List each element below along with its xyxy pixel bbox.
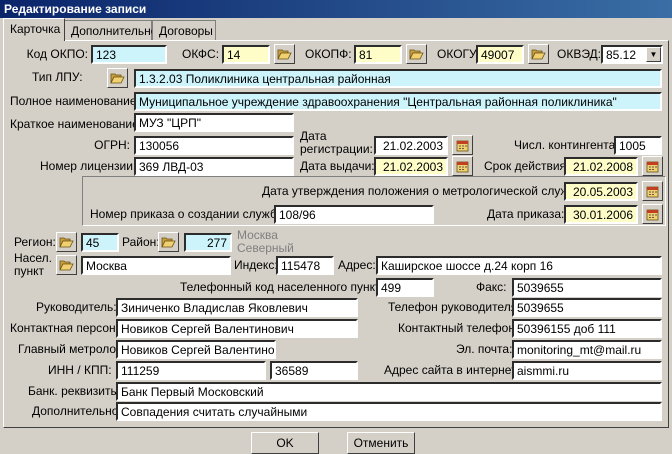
validity-calendar-button[interactable] — [642, 156, 663, 176]
region-field[interactable]: 45 — [81, 233, 119, 252]
phone-code-label: Телефонный код населенного пункта: — [180, 280, 391, 294]
head-phone-label: Телефон руководителя: — [388, 300, 521, 314]
lpu-label: Тип ЛПУ: — [32, 70, 83, 84]
address-field[interactable]: Каширское шоссе д.24 корп 16 — [376, 256, 662, 275]
email-label: Эл. почта: — [456, 342, 513, 356]
index-label: Индекс: — [234, 258, 278, 272]
settlement-field[interactable]: Москва — [81, 256, 231, 275]
fax-field[interactable]: 5039655 — [512, 278, 662, 297]
reg-date-field[interactable]: 21.02.2003 — [374, 136, 448, 155]
short-name-label: Краткое наименование: — [10, 117, 143, 131]
extra-label: Дополнительно: — [32, 404, 122, 418]
cancel-button[interactable]: Отменить — [347, 432, 415, 454]
ogrn-field[interactable]: 130056 — [134, 136, 294, 155]
website-field[interactable]: aismmi.ru — [512, 361, 662, 380]
inn-label: ИНН / КПП: — [48, 363, 112, 377]
full-name-label: Полное наименование: — [10, 94, 140, 108]
full-name-field[interactable]: Муниципальное учреждение здравоохранения… — [134, 92, 662, 111]
short-name-field[interactable]: МУЗ "ЦРП" — [134, 113, 294, 132]
region-folder-button[interactable] — [56, 232, 77, 252]
lpu-field[interactable]: 1.3.2.03 Поликлиника центральная районна… — [134, 69, 662, 88]
email-field[interactable]: monitoring_mt@mail.ru — [512, 340, 662, 359]
issue-date-calendar-button[interactable] — [452, 156, 473, 176]
okpo-label: Код ОКПО: — [26, 47, 88, 61]
bank-label: Банк. реквизиты: — [28, 384, 123, 398]
contact-phone-field[interactable]: 50396155 доб 111 — [512, 319, 662, 338]
okved-select[interactable]: 85.12 ▼ — [601, 45, 663, 64]
lpu-folder-button[interactable] — [107, 68, 128, 88]
okopf-label: ОКОПФ: — [305, 47, 352, 61]
address-label: Адрес: — [338, 258, 376, 272]
order-number-label: Номер приказа о создании службы: — [90, 207, 289, 221]
district-folder-button[interactable] — [158, 232, 179, 252]
settlement-folder-button[interactable] — [56, 255, 77, 275]
contingent-field[interactable]: 1005 — [614, 136, 662, 155]
order-number-field[interactable]: 108/96 — [274, 205, 434, 224]
ok-button[interactable]: OK — [251, 432, 319, 454]
head-phone-field[interactable]: 5039655 — [512, 298, 662, 317]
issue-date-field[interactable]: 21.02.2003 — [374, 157, 448, 176]
index-field[interactable]: 115478 — [276, 256, 334, 275]
settlement-label-2: пункт — [14, 264, 45, 278]
okfs-field[interactable]: 14 — [222, 45, 270, 64]
contact-field[interactable]: Новиков Сергей Валентинович — [116, 319, 358, 338]
calendar-icon — [456, 161, 469, 172]
calendar-icon — [646, 209, 659, 220]
district-field[interactable]: 277 — [184, 233, 232, 252]
open-folder-icon — [110, 73, 125, 83]
contingent-label: Числ. контингента: — [514, 138, 619, 152]
order-date-field[interactable]: 30.01.2006 — [564, 205, 638, 224]
head-field[interactable]: Зиниченко Владислав Яковлевич — [116, 298, 358, 317]
okfs-label: ОКФС: — [182, 47, 220, 61]
okved-label: ОКВЭД: — [557, 47, 602, 61]
open-folder-icon — [59, 260, 74, 270]
order-date-label: Дата приказа: — [487, 207, 565, 221]
fax-label: Факс: — [476, 280, 507, 294]
open-folder-icon — [277, 49, 292, 59]
license-label: Номер лицензии: — [40, 159, 137, 173]
open-folder-icon — [409, 49, 424, 59]
reg-date-label-2: регистрации: — [300, 142, 373, 156]
approval-date-field[interactable]: 20.05.2003 — [564, 182, 638, 201]
okpo-field[interactable]: 123 — [91, 45, 167, 64]
order-date-calendar-button[interactable] — [642, 204, 663, 224]
reg-date-calendar-button[interactable] — [452, 135, 473, 155]
okogu-folder-button[interactable] — [528, 44, 549, 64]
open-folder-icon — [161, 237, 176, 247]
approval-calendar-button[interactable] — [642, 181, 663, 201]
approval-label: Дата утверждения положения о метрологиче… — [262, 184, 586, 198]
license-field[interactable]: 369 ЛВД-03 — [134, 157, 294, 176]
bank-field[interactable]: Банк Первый Московский — [116, 382, 662, 401]
contact-label: Контактная персона: — [10, 321, 126, 335]
region-label: Регион: — [14, 235, 56, 249]
open-folder-icon — [531, 49, 546, 59]
validity-label: Срок действия: — [484, 159, 570, 173]
district-label: Район: — [122, 235, 160, 249]
head-label: Руководитель: — [36, 300, 117, 314]
okved-value: 85.12 — [606, 48, 637, 62]
phone-code-field[interactable]: 499 — [376, 278, 434, 297]
website-label: Адрес сайта в интернет: — [384, 363, 520, 377]
extra-field[interactable]: Совпадения считать случайными — [116, 402, 662, 421]
contact-phone-label: Контактный телефон: — [398, 321, 519, 335]
okogu-label: ОКОГУ: — [437, 47, 480, 61]
okfs-folder-button[interactable] — [274, 44, 295, 64]
metrologist-label: Главный метролог: — [18, 342, 124, 356]
okogu-field[interactable]: 49007 — [476, 45, 524, 64]
calendar-icon — [646, 161, 659, 172]
ogrn-label: ОГРН: — [94, 138, 130, 152]
calendar-icon — [646, 186, 659, 197]
issue-date-label: Дата выдачи: — [300, 159, 375, 173]
validity-field[interactable]: 21.02.2008 — [564, 157, 638, 176]
chevron-down-icon[interactable]: ▼ — [646, 47, 661, 62]
okopf-folder-button[interactable] — [406, 44, 427, 64]
kpp-field[interactable]: 36589 — [270, 361, 358, 380]
okopf-field[interactable]: 81 — [354, 45, 402, 64]
calendar-icon — [456, 140, 469, 151]
open-folder-icon — [59, 237, 74, 247]
metrologist-field[interactable]: Новиков Сергей Валентинович — [116, 340, 276, 359]
inn-field[interactable]: 111259 — [116, 361, 266, 380]
district-name: Северный — [237, 241, 294, 255]
